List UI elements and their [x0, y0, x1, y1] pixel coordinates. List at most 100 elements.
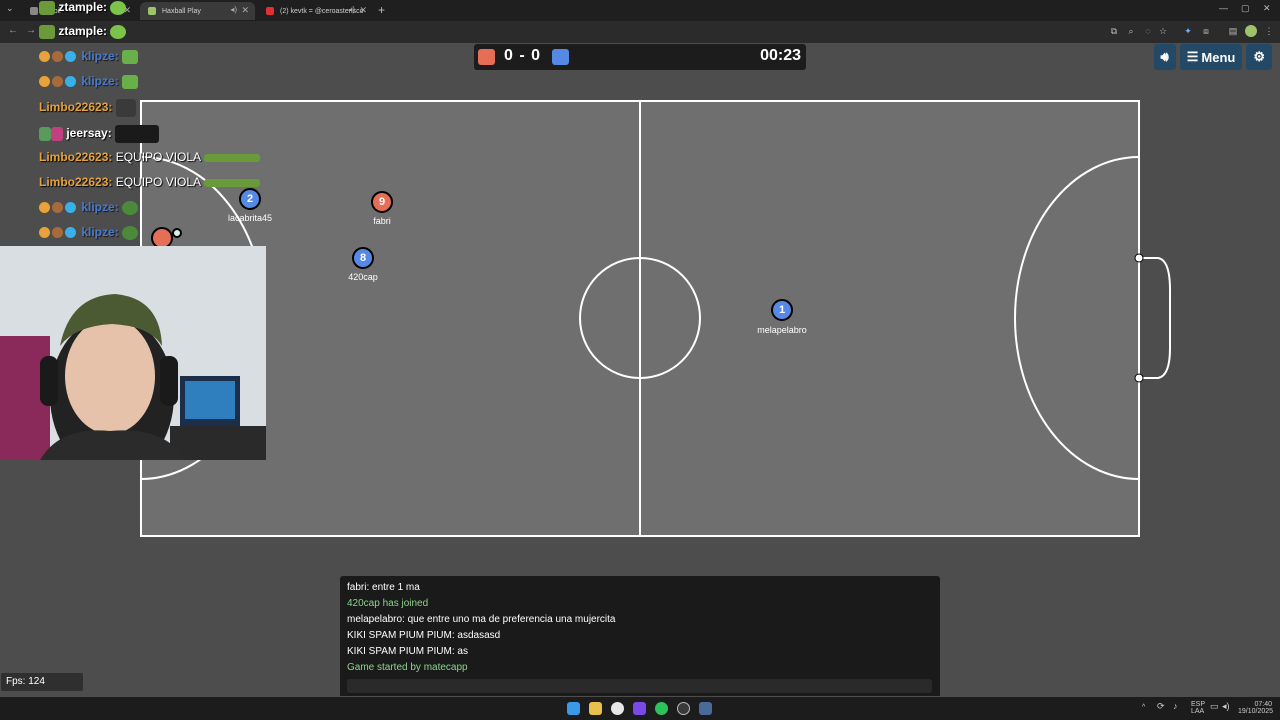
address-bar[interactable] [70, 24, 1100, 40]
chat-input[interactable] [347, 679, 932, 693]
emote-icon [204, 178, 261, 187]
emote-icon [115, 125, 160, 143]
emote-icon [39, 24, 55, 39]
gear-icon: ⚙ [1253, 49, 1265, 64]
browser-toolbar: ← → ⧉ ⌕ ◌ ☆ ✦ ⧈ ▤ ⋮ [0, 21, 1280, 43]
badge-icon [39, 51, 50, 63]
emote-icon [110, 24, 127, 39]
forward-icon[interactable]: → [26, 25, 36, 36]
blue-team-color [552, 49, 569, 65]
sidebar-icon[interactable]: ▤ [1227, 25, 1239, 37]
youtube-favicon [266, 7, 274, 15]
fps-counter: Fps: 124 [1, 673, 83, 691]
pitch [140, 100, 1171, 537]
sound-button[interactable]: 🔊︎ [1153, 44, 1176, 70]
badge-icon [52, 227, 63, 239]
player-disc-red: 9 [371, 191, 393, 213]
tab-label: Haxball Play [162, 7, 201, 15]
game-chat: fabri: entre 1 ma 420cap has joined mela… [340, 576, 940, 696]
new-tab-button[interactable]: + [378, 3, 385, 17]
steam-icon[interactable] [699, 702, 712, 715]
obs-icon[interactable] [677, 702, 690, 715]
badge-icon [65, 227, 76, 239]
emote-icon [39, 127, 51, 141]
emote-icon [115, 99, 136, 117]
overlay-username: klipze: [81, 74, 119, 88]
close-window-icon[interactable]: ✕ [1263, 3, 1271, 14]
eye-off-icon[interactable]: ◌ [1142, 25, 1154, 37]
clock-time: 07:40 [1254, 701, 1272, 708]
overlay-chat-line: klipze: [39, 49, 139, 64]
emote-icon [204, 153, 261, 162]
close-tab-icon[interactable]: ✕ [359, 5, 367, 16]
overlay-username: ztample: [58, 0, 108, 14]
browser-tab-bar: ⌄ Mobil ✕ Haxball Play ◂) ✕ (2) kevtk = … [0, 0, 1280, 21]
overlay-username: jeersay: [66, 126, 112, 141]
overlay-chat-line: Limbo22623: [39, 99, 136, 117]
puzzle-icon[interactable]: ⧈ [1200, 25, 1212, 37]
badge-icon [39, 76, 50, 88]
zoom-icon[interactable]: ⌕ [1125, 25, 1137, 37]
discord-icon[interactable] [633, 702, 646, 715]
back-icon[interactable]: ← [8, 25, 18, 36]
speaker-icon[interactable]: ◂) [348, 5, 355, 14]
emote-icon [39, 0, 55, 15]
overlay-username: klipze: [81, 200, 119, 214]
spotify-icon[interactable] [655, 702, 668, 715]
badge-icon [39, 202, 50, 214]
player-number: 9 [378, 196, 386, 208]
clock[interactable]: 07:40 19/10/2025 [1238, 701, 1274, 715]
tab-youtube[interactable]: (2) kevtk = @ceroasterisco ◂) ✕ [258, 2, 373, 20]
overlay-chat-line: Limbo22623: EQUIPO VIOLA [39, 175, 261, 189]
mic-icon[interactable]: ♪ [1173, 702, 1178, 711]
game-top-buttons: 🔊︎ ☰ Menu ⚙ [1153, 44, 1272, 70]
language-indicator[interactable]: ESP LAA [1191, 701, 1205, 715]
tab-search-icon[interactable]: ⌄ [6, 3, 14, 14]
player-disc-blue: 8 [352, 247, 374, 269]
overlay-username: klipze: [81, 225, 119, 239]
tab-favicon [30, 7, 38, 15]
minimize-icon[interactable]: — [1219, 3, 1228, 13]
score: 0 - 0 [504, 47, 542, 64]
translate-icon[interactable]: ⧉ [1108, 25, 1120, 37]
network-icon[interactable]: ▭ [1210, 702, 1219, 711]
maximize-icon[interactable]: ▢ [1241, 3, 1250, 14]
chat-notice: 420cap has joined [347, 598, 429, 609]
file-explorer-icon[interactable] [589, 702, 602, 715]
emote-icon [122, 200, 139, 215]
close-tab-icon[interactable]: ✕ [241, 5, 249, 16]
speaker-icon[interactable]: ◂) [230, 5, 237, 14]
volume-icon[interactable]: ◂) [1222, 702, 1230, 711]
overlay-message: EQUIPO VIOLA [115, 150, 202, 164]
overlay-username: Limbo22623: [39, 175, 113, 189]
overlay-chat-line: klipze: [39, 200, 139, 215]
clock-date: 19/10/2025 [1238, 708, 1274, 715]
start-icon[interactable] [567, 702, 580, 715]
overlay-chat-line: klipze: [39, 74, 139, 89]
settings-button[interactable]: ⚙ [1246, 44, 1272, 70]
player-number: 2 [246, 193, 254, 205]
overlay-username: Limbo22623: [39, 150, 113, 164]
emote-icon [122, 225, 139, 240]
screen: ⌄ Mobil ✕ Haxball Play ◂) ✕ (2) kevtk = … [0, 0, 1280, 720]
player-disc-blue: 1 [771, 299, 793, 321]
emote-icon [51, 127, 63, 141]
extension-icon[interactable]: ✦ [1182, 25, 1194, 37]
tray-chevron-icon[interactable]: ^ [1142, 704, 1145, 711]
badge-icon [52, 76, 63, 88]
badge-icon [65, 202, 76, 214]
avatar[interactable] [1245, 25, 1257, 37]
sync-icon[interactable]: ⟳ [1157, 702, 1165, 711]
webcam-image [0, 246, 266, 460]
chrome-icon[interactable] [611, 702, 624, 715]
player-name: fabri [373, 216, 391, 226]
star-icon[interactable]: ☆ [1157, 25, 1169, 37]
emote-icon [110, 0, 127, 15]
overlay-username: ztample: [58, 24, 108, 38]
menu-button[interactable]: ☰ Menu [1179, 44, 1243, 70]
more-icon[interactable]: ⋮ [1263, 25, 1275, 37]
tab-haxball[interactable]: Haxball Play ◂) ✕ [140, 2, 255, 20]
player-disc-blue: 2 [239, 188, 261, 210]
badge-icon [52, 51, 63, 63]
red-team-color [478, 49, 495, 65]
